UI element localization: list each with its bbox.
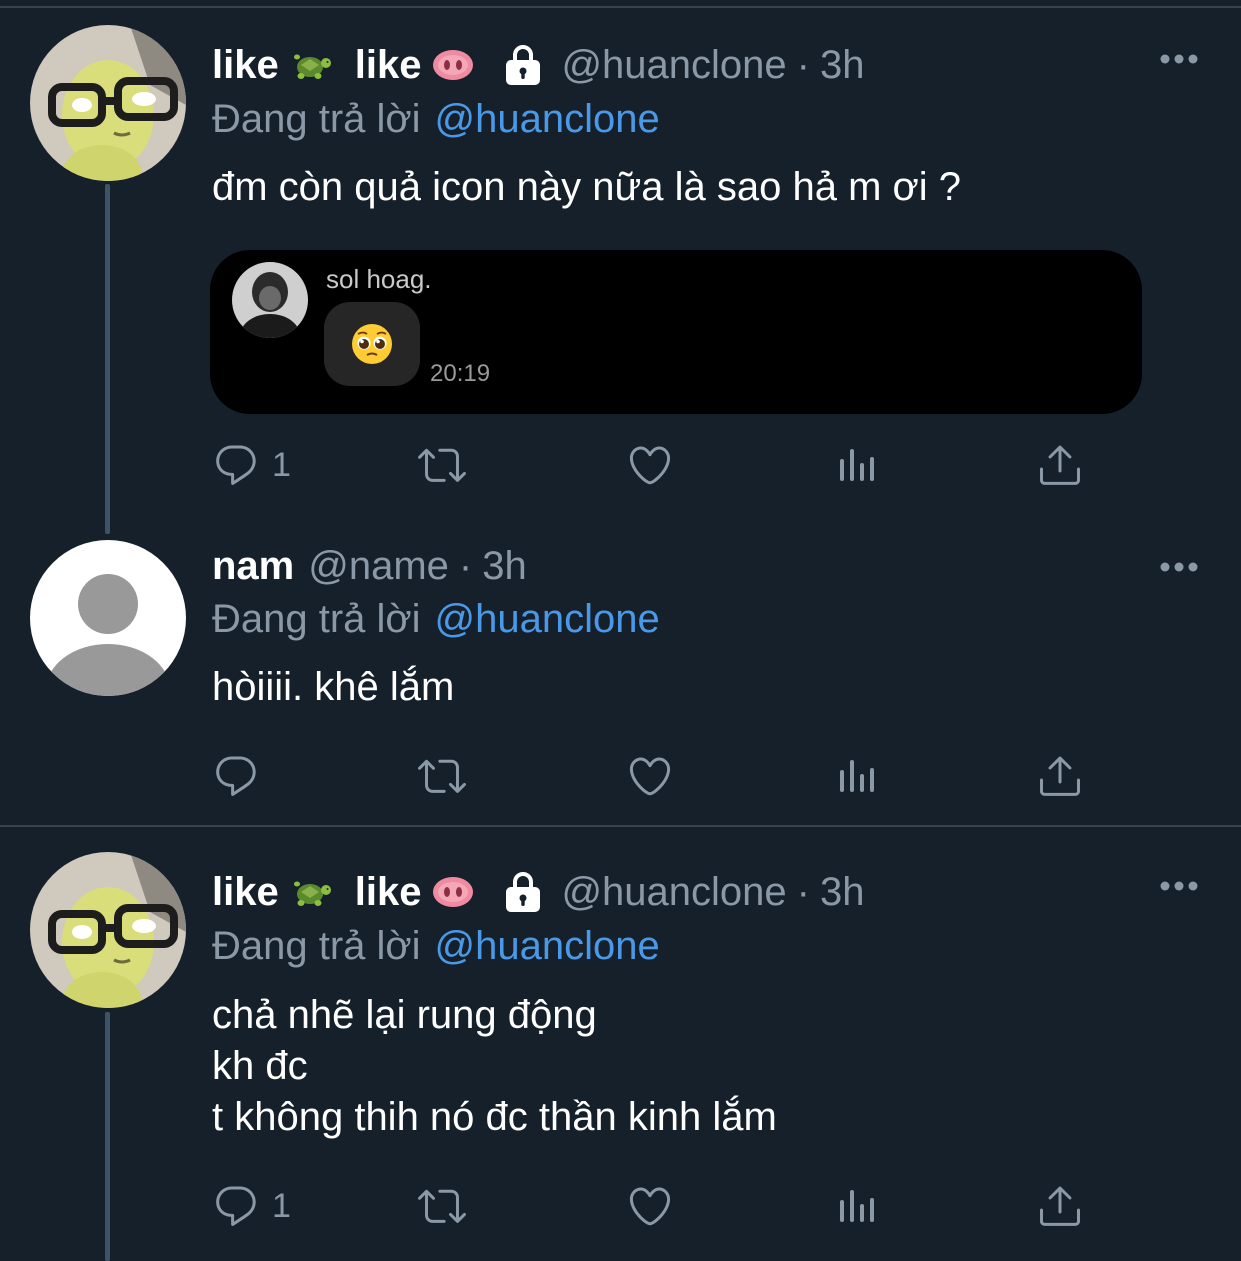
tweet-text: đm còn quả icon này nữa là sao hả m ơi ? <box>212 162 961 213</box>
replying-to: Đang trả lời @huanclone <box>212 921 660 971</box>
timestamp[interactable]: 3h <box>820 870 865 915</box>
turtle-emoji-icon <box>289 43 333 87</box>
heart-icon <box>626 752 674 800</box>
retweet-button[interactable] <box>418 435 466 495</box>
lock-icon <box>503 43 543 87</box>
share-icon <box>1036 441 1084 489</box>
stats-icon <box>832 1182 880 1230</box>
display-name[interactable]: like <box>355 870 422 915</box>
text-line: kh đc <box>212 1044 308 1088</box>
text-line: hòiiii. khê lắm <box>212 665 455 709</box>
retweet-icon <box>418 441 466 489</box>
reply-mention-link[interactable]: @huanclone <box>435 924 660 969</box>
tweet-header: like like @huanclone · 3h <box>212 867 864 917</box>
stats-icon <box>832 441 880 489</box>
reply-mention-link[interactable]: @huanclone <box>435 97 660 142</box>
action-bar <box>212 746 1112 806</box>
pig-nose-emoji-icon <box>431 43 475 87</box>
tweet-header: like like @huanclone · 3h <box>212 40 864 90</box>
like-button[interactable] <box>626 1176 674 1236</box>
retweet-button[interactable] <box>418 746 466 806</box>
text-line: đm còn quả icon này nữa là sao hả m ơi ? <box>212 165 961 209</box>
like-button[interactable] <box>626 435 674 495</box>
share-button[interactable] <box>1036 435 1084 495</box>
thread-line <box>105 184 110 534</box>
message-time: 20:19 <box>430 360 491 387</box>
reply-icon <box>212 752 260 800</box>
heart-icon <box>626 441 674 489</box>
top-divider <box>0 6 1241 8</box>
share-button[interactable] <box>1036 746 1084 806</box>
more-options-icon[interactable] <box>1159 879 1199 893</box>
avatar[interactable] <box>30 852 186 1008</box>
message-bubble <box>324 302 420 386</box>
reply-prefix: Đang trả lời <box>212 596 421 641</box>
reply-prefix: Đang trả lời <box>212 923 421 968</box>
retweet-icon <box>418 1182 466 1230</box>
action-bar: 1 <box>212 435 1112 495</box>
pleading-face-icon <box>350 322 394 366</box>
stats-icon <box>832 752 880 800</box>
reply-count: 1 <box>272 445 291 484</box>
display-name[interactable]: like <box>355 43 422 88</box>
like-button[interactable] <box>626 746 674 806</box>
heart-icon <box>626 1182 674 1230</box>
display-name[interactable]: nam <box>212 544 294 589</box>
tweet-text: hòiiii. khê lắm <box>212 662 454 713</box>
media-attachment[interactable]: sol hoag. 20:19 <box>210 250 1142 414</box>
display-name[interactable]: like <box>212 43 279 88</box>
separator: · <box>796 42 810 87</box>
share-icon <box>1036 1182 1084 1230</box>
turtle-emoji-icon <box>289 870 333 914</box>
reply-button[interactable]: 1 <box>212 435 291 495</box>
share-icon <box>1036 752 1084 800</box>
sender-avatar <box>232 262 308 338</box>
sender-name: sol hoag. <box>326 264 432 294</box>
analytics-button[interactable] <box>832 746 880 806</box>
retweet-button[interactable] <box>418 1176 466 1236</box>
reply-button[interactable]: 1 <box>212 1176 291 1236</box>
thread-line <box>105 1012 110 1261</box>
reply-button[interactable] <box>212 746 272 806</box>
text-line: chả nhẽ lại rung động <box>212 993 597 1037</box>
avatar[interactable] <box>30 540 186 696</box>
more-options-icon[interactable] <box>1159 52 1199 66</box>
timestamp[interactable]: 3h <box>820 43 865 88</box>
reply-icon <box>212 441 260 489</box>
pig-nose-emoji-icon <box>431 870 475 914</box>
retweet-icon <box>418 752 466 800</box>
replying-to: Đang trả lời @huanclone <box>212 94 660 144</box>
replying-to: Đang trả lời @huanclone <box>212 594 660 644</box>
tweet-divider <box>0 825 1241 827</box>
separator: · <box>458 543 473 588</box>
analytics-button[interactable] <box>832 435 880 495</box>
tweet-text: chả nhẽ lại rung động kh đc t không thih… <box>212 990 777 1143</box>
separator: · <box>796 869 810 914</box>
reply-prefix: Đang trả lời <box>212 96 421 141</box>
lock-icon <box>503 870 543 914</box>
user-handle[interactable]: @name <box>308 544 449 589</box>
avatar[interactable] <box>30 25 186 181</box>
share-button[interactable] <box>1036 1176 1084 1236</box>
display-name[interactable]: like <box>212 870 279 915</box>
action-bar: 1 <box>212 1176 1112 1236</box>
timestamp[interactable]: 3h <box>482 544 527 589</box>
reply-mention-link[interactable]: @huanclone <box>435 597 660 642</box>
user-handle[interactable]: @huanclone <box>561 43 786 88</box>
user-handle[interactable]: @huanclone <box>561 870 786 915</box>
more-options-icon[interactable] <box>1159 560 1199 574</box>
reply-count: 1 <box>272 1186 291 1225</box>
tweet-header: nam @name · 3h <box>212 541 527 591</box>
reply-icon <box>212 1182 260 1230</box>
text-line: t không thih nó đc thần kinh lắm <box>212 1095 777 1139</box>
analytics-button[interactable] <box>832 1176 880 1236</box>
